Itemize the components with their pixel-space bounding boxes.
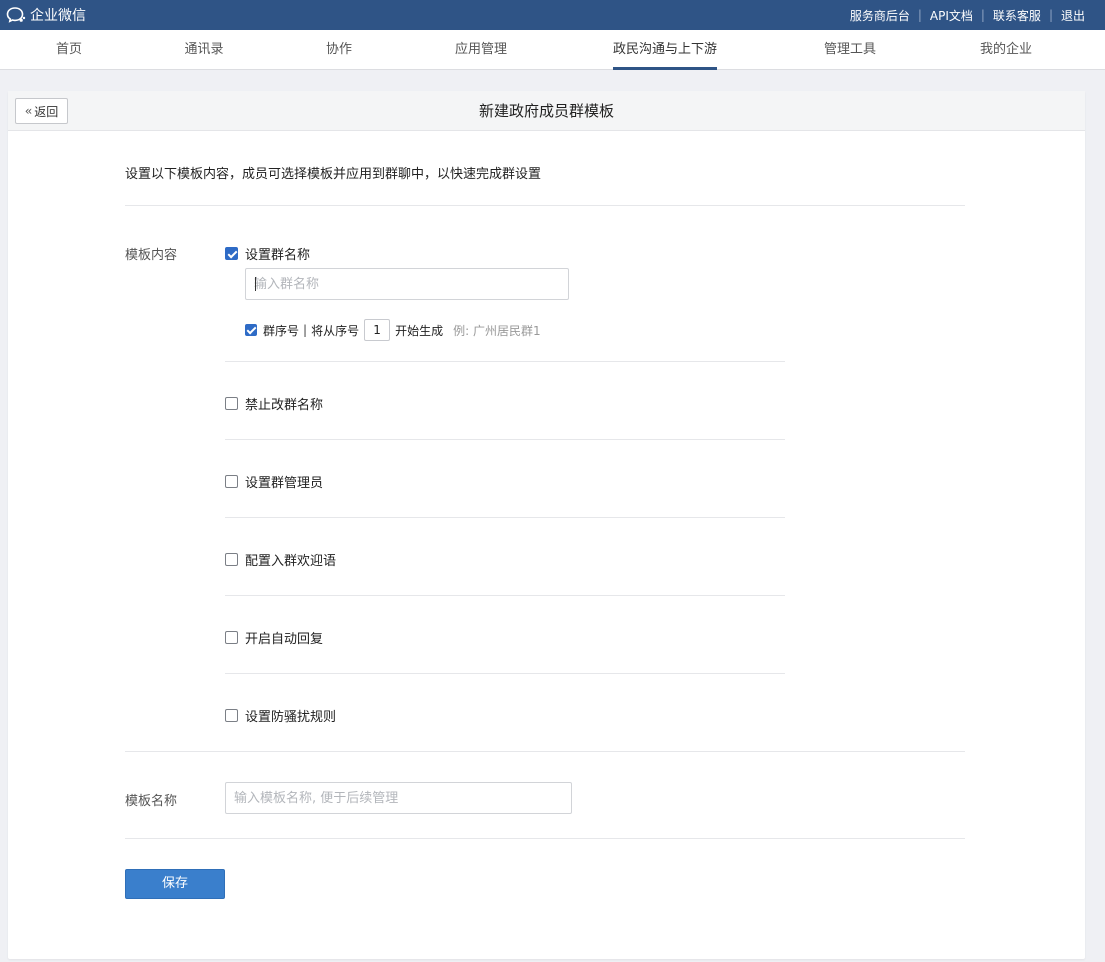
- card-header: 新建政府成员群模板 ‹‹ 返回: [8, 91, 1085, 131]
- option-disable-rename-checkbox[interactable]: [225, 397, 238, 410]
- back-button[interactable]: ‹‹ 返回: [15, 98, 68, 124]
- template-form-card: 新建政府成员群模板 ‹‹ 返回 设置以下模板内容，成员可选择模板并应用到群聊中，…: [8, 91, 1085, 959]
- option-welcome-message-label: 配置入群欢迎语: [245, 554, 337, 569]
- option-set-group-admin-label: 设置群管理员: [245, 476, 324, 491]
- divider: [125, 205, 965, 206]
- option-set-group-name-checkbox[interactable]: [225, 247, 238, 260]
- template-content-label: 模板内容: [125, 248, 178, 263]
- nav-item-management-tools[interactable]: 管理工具: [824, 30, 876, 70]
- top-bar: 企业微信 服务商后台 | API文档 | 联系客服 | 退出: [0, 0, 1105, 30]
- option-auto-reply[interactable]: 开启自动回复: [225, 628, 323, 647]
- save-button[interactable]: 保存: [125, 869, 225, 899]
- option-set-group-admin[interactable]: 设置群管理员: [225, 472, 323, 491]
- option-welcome-message[interactable]: 配置入群欢迎语: [225, 550, 336, 569]
- divider: [225, 439, 785, 440]
- sequence-separator: |: [303, 323, 308, 337]
- template-name-label: 模板名称: [125, 794, 178, 809]
- toplink-divider: |: [1048, 8, 1053, 22]
- option-anti-harassment-checkbox[interactable]: [225, 709, 238, 722]
- option-disable-rename-label: 禁止改群名称: [245, 398, 324, 413]
- group-name-input[interactable]: [245, 268, 569, 300]
- divider: [225, 517, 785, 518]
- page-title: 新建政府成员群模板: [478, 102, 614, 120]
- double-chevron-left-icon: ‹‹: [24, 104, 32, 118]
- app-name: 企业微信: [30, 8, 86, 24]
- nav-item-government-communication[interactable]: 政民沟通与上下游: [612, 30, 718, 70]
- divider: [125, 751, 965, 752]
- toplink-provider-console[interactable]: 服务商后台: [850, 7, 910, 24]
- sequence-prefix: 将从序号: [311, 323, 360, 338]
- toplink-api-docs[interactable]: API文档: [930, 7, 973, 24]
- divider: [225, 673, 785, 674]
- template-name-input[interactable]: [225, 782, 572, 814]
- option-disable-rename[interactable]: 禁止改群名称: [225, 394, 323, 413]
- option-set-group-admin-checkbox[interactable]: [225, 475, 238, 488]
- divider: [225, 595, 785, 596]
- divider: [225, 361, 785, 362]
- option-auto-reply-label: 开启自动回复: [245, 632, 324, 647]
- toplink-divider: |: [980, 8, 985, 22]
- app-logo[interactable]: 企业微信: [6, 5, 86, 25]
- toplink-contact-support[interactable]: 联系客服: [993, 7, 1041, 24]
- option-anti-harassment-label: 设置防骚扰规则: [245, 710, 337, 725]
- wecom-logo-icon: [6, 6, 26, 24]
- nav-item-home[interactable]: 首页: [56, 30, 82, 70]
- option-welcome-message-checkbox[interactable]: [225, 553, 238, 566]
- top-links: 服务商后台 | API文档 | 联系客服 | 退出: [850, 0, 1085, 30]
- sequence-example: 例: 广州居民群1: [453, 323, 541, 338]
- option-set-group-name-label: 设置群名称: [245, 248, 311, 263]
- nav-item-collaboration[interactable]: 协作: [326, 30, 352, 70]
- sequence-start-input[interactable]: 1: [364, 319, 391, 341]
- nav-item-contacts[interactable]: 通讯录: [184, 30, 223, 70]
- option-group-sequence[interactable]: 群序号: [245, 322, 299, 339]
- nav-item-app-management[interactable]: 应用管理: [455, 30, 507, 70]
- back-button-label: 返回: [34, 104, 59, 119]
- group-sequence-row: 群序号 | 将从序号 1 开始生成 例: 广州居民群1: [245, 319, 541, 341]
- text-cursor: [255, 277, 256, 291]
- page-description: 设置以下模板内容，成员可选择模板并应用到群聊中，以快速完成群设置: [125, 167, 542, 182]
- option-group-sequence-label: 群序号: [263, 323, 300, 338]
- main-nav: 首页 通讯录 协作 应用管理 政民沟通与上下游 管理工具 我的企业: [0, 30, 1105, 70]
- sequence-suffix: 开始生成: [395, 323, 444, 338]
- option-group-sequence-checkbox[interactable]: [245, 324, 257, 336]
- option-set-group-name[interactable]: 设置群名称: [225, 244, 310, 263]
- option-auto-reply-checkbox[interactable]: [225, 631, 238, 644]
- toplink-divider: |: [917, 8, 922, 22]
- option-anti-harassment[interactable]: 设置防骚扰规则: [225, 706, 336, 725]
- divider: [125, 838, 965, 839]
- toplink-logout[interactable]: 退出: [1061, 7, 1085, 24]
- nav-item-my-enterprise[interactable]: 我的企业: [980, 30, 1032, 70]
